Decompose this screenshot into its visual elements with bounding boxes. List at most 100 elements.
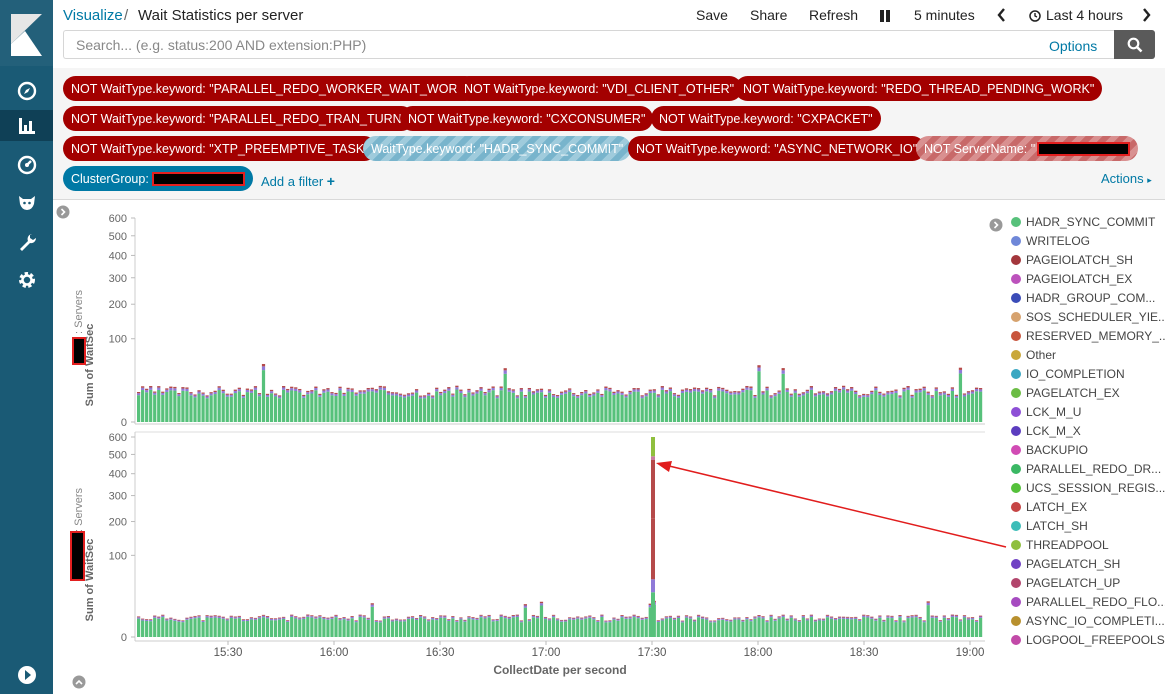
time-range-picker[interactable]: Last 4 hours xyxy=(1046,7,1123,23)
bar-segment xyxy=(410,618,415,637)
bar-segment xyxy=(725,619,729,620)
kibana-logo[interactable] xyxy=(0,0,53,66)
legend-item[interactable]: HADR_SYNC_COMMIT xyxy=(1011,214,1155,230)
collapse-icon[interactable] xyxy=(13,661,40,688)
chevron-up-icon[interactable] xyxy=(72,675,86,689)
legend-item[interactable]: IO_COMPLETION xyxy=(1011,366,1125,382)
legend-item[interactable]: BACKUPIO xyxy=(1011,442,1088,458)
bar-segment xyxy=(314,617,318,619)
bar-segment xyxy=(918,617,922,620)
legend-item[interactable]: LCK_M_U xyxy=(1011,404,1081,420)
legend-item[interactable]: LATCH_SH xyxy=(1011,518,1088,534)
filter-pill-disabled[interactable]: WaitType.keyword: "HADR_SYNC_COMMIT" xyxy=(363,136,632,161)
management-icon[interactable] xyxy=(13,266,40,293)
bar-segment xyxy=(483,616,487,618)
legend-toggle-icon[interactable] xyxy=(989,218,1003,232)
legend-item[interactable]: SOS_SCHEDULER_YIE... xyxy=(1011,309,1165,325)
bar-segment xyxy=(310,391,314,394)
legend-item[interactable]: RESERVED_MEMORY_... xyxy=(1011,328,1165,344)
dashboard-icon[interactable] xyxy=(13,151,40,178)
bar-segment xyxy=(318,615,322,617)
filter-pill[interactable]: NOT WaitType.keyword: "XTP_PREEMPTIVE_TA… xyxy=(63,136,377,161)
pause-icon[interactable] xyxy=(879,9,891,25)
legend-item[interactable]: PAGELATCH_UP xyxy=(1011,575,1120,591)
legend-item[interactable]: Other xyxy=(1011,347,1056,363)
devtools-icon[interactable] xyxy=(13,228,40,255)
refresh-button[interactable]: Refresh xyxy=(809,7,858,23)
bar-segment xyxy=(374,392,378,422)
bar-segment xyxy=(938,393,942,396)
bar-segment xyxy=(950,616,954,637)
bar-segment xyxy=(918,388,922,391)
bar-segment xyxy=(737,619,741,637)
legend-swatch xyxy=(1011,445,1021,455)
legend-label: RESERVED_MEMORY_... xyxy=(1026,329,1165,343)
bar-segment xyxy=(539,605,544,637)
chevron-left-icon[interactable] xyxy=(997,8,1006,25)
share-button[interactable]: Share xyxy=(750,7,787,23)
bar-segment xyxy=(423,396,427,399)
legend-item[interactable]: PAGELATCH_SH xyxy=(1011,556,1120,572)
bar-segment xyxy=(245,389,249,393)
breadcrumb-visualize[interactable]: Visualize xyxy=(63,7,123,24)
annotation-arrow xyxy=(656,461,1007,548)
bar-segment xyxy=(906,618,910,637)
options-link[interactable]: Options xyxy=(1049,38,1097,54)
filter-pill[interactable]: NOT WaitType.keyword: "VDI_CLIENT_OTHER" xyxy=(456,76,743,101)
legend-item[interactable]: PAGEIOLATCH_SH xyxy=(1011,252,1133,268)
legend-item[interactable]: LATCH_EX xyxy=(1011,499,1087,515)
bar-segment xyxy=(632,389,636,392)
legend-item[interactable]: UCS_SESSION_REGIS... xyxy=(1011,480,1165,496)
filter-pill-disabled[interactable]: NOT ServerName: " xyxy=(916,136,1139,161)
bar-segment xyxy=(765,386,769,389)
bar-segment xyxy=(680,392,685,422)
bar-segment xyxy=(878,391,882,394)
refresh-interval[interactable]: 5 minutes xyxy=(914,7,975,23)
legend-item[interactable]: ASYNC_IO_COMPLETI... xyxy=(1011,613,1165,629)
legend-item[interactable]: WRITELOG xyxy=(1011,233,1090,249)
bar-segment xyxy=(326,618,330,620)
legend-item[interactable]: HADR_GROUP_COM... xyxy=(1011,290,1155,306)
bar-segment xyxy=(290,615,294,618)
discover-icon[interactable] xyxy=(13,77,40,104)
bar-segment xyxy=(765,622,769,637)
save-button[interactable]: Save xyxy=(696,7,728,23)
legend-item[interactable]: PARALLEL_REDO_DR... xyxy=(1011,461,1161,477)
filter-pill[interactable]: NOT WaitType.keyword: "CXPACKET" xyxy=(651,106,881,131)
bar-segment xyxy=(946,620,950,637)
legend-item[interactable]: THREADPOOL xyxy=(1011,537,1109,553)
bar-segment xyxy=(157,387,161,390)
search-button[interactable] xyxy=(1114,30,1155,59)
bar-segment xyxy=(656,394,660,396)
filter-pill[interactable]: NOT WaitType.keyword: "REDO_THREAD_PENDI… xyxy=(735,76,1103,101)
filter-pill[interactable]: NOT WaitType.keyword: "PARALLEL_REDO_TRA… xyxy=(63,106,415,131)
bar-segment xyxy=(620,615,624,618)
bar-segment xyxy=(874,620,878,637)
legend-item[interactable]: PARALLEL_REDO_FLO... xyxy=(1011,594,1165,610)
legend-item[interactable]: LCK_M_X xyxy=(1011,423,1081,439)
filter-pill[interactable]: NOT WaitType.keyword: "PARALLEL_REDO_WOR… xyxy=(63,76,479,101)
bar-segment xyxy=(978,617,983,637)
bar-segment xyxy=(922,390,926,422)
bar-segment xyxy=(423,398,427,422)
chevron-right-icon[interactable] xyxy=(1142,8,1151,25)
visualize-icon[interactable] xyxy=(0,110,53,141)
legend-item[interactable]: LOGPOOL_FREEPOOLS xyxy=(1011,632,1165,648)
filter-pill[interactable]: NOT WaitType.keyword: "CXCONSUMER" xyxy=(400,106,654,131)
bar-segment xyxy=(970,393,975,422)
add-filter-link[interactable]: Add a filter + xyxy=(261,173,335,189)
bar-segment xyxy=(555,619,560,621)
bar-segment xyxy=(358,393,362,422)
bar-segment xyxy=(253,619,258,637)
filter-pill[interactable]: NOT WaitType.keyword: "ASYNC_NETWORK_IO" xyxy=(628,136,926,161)
chevron-right-icon[interactable] xyxy=(56,205,70,219)
bar-segment xyxy=(245,392,249,422)
legend-item[interactable]: PAGELATCH_EX xyxy=(1011,385,1120,401)
filter-pill-pinned[interactable]: ClusterGroup: xyxy=(63,166,253,191)
bar-segment xyxy=(153,617,157,637)
legend-item[interactable]: PAGEIOLATCH_EX xyxy=(1011,271,1132,287)
search-input[interactable]: Search... (e.g. status:200 AND extension… xyxy=(63,30,1114,59)
timelion-icon[interactable] xyxy=(13,189,40,216)
bar-segment xyxy=(914,389,918,391)
actions-link[interactable]: Actions ▸ xyxy=(1101,171,1152,186)
